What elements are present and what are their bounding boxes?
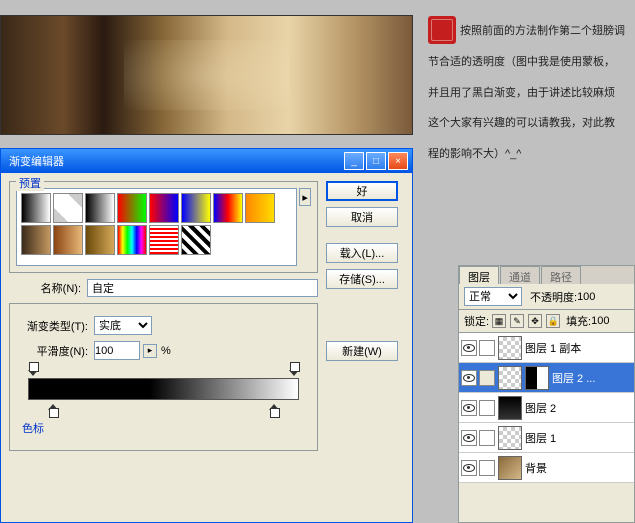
layer-label: 图层 1	[525, 430, 556, 446]
layer-row[interactable]: 图层 2 ...	[459, 363, 634, 393]
tab-layers[interactable]: 图层	[459, 266, 499, 284]
dialog-title: 渐变编辑器	[5, 153, 342, 169]
link-box[interactable]	[479, 460, 495, 476]
colors-label: 色标	[22, 423, 44, 435]
tab-channels[interactable]: 通道	[500, 266, 540, 284]
mask-thumb	[525, 366, 549, 390]
gradient-swatch[interactable]	[245, 193, 275, 223]
new-button[interactable]: 新建(W)	[326, 341, 398, 361]
titlebar[interactable]: 渐变编辑器 _ □ ×	[1, 149, 412, 173]
preview-image	[0, 15, 413, 135]
layer-label: 图层 2 ...	[552, 370, 595, 386]
gradient-swatch[interactable]	[117, 225, 147, 255]
gradient-swatch[interactable]	[85, 225, 115, 255]
gradient-swatch[interactable]	[21, 193, 51, 223]
gradient-swatch[interactable]	[21, 225, 51, 255]
gradient-editor-dialog: 渐变编辑器 _ □ × 预置 ▸ 名称(N): 渐变类型(T): 实底	[0, 148, 413, 523]
ok-button[interactable]: 好	[326, 181, 398, 201]
layer-thumb	[498, 396, 522, 420]
smooth-arrow[interactable]: ▸	[143, 344, 157, 358]
blend-select[interactable]: 正常	[464, 287, 522, 306]
layer-list: 图层 1 副本图层 2 ... 图层 2 图层 1 背景	[459, 333, 634, 483]
layer-label: 图层 1 副本	[525, 340, 581, 356]
visibility-toggle[interactable]	[461, 340, 477, 356]
lock-label: 锁定:	[464, 313, 489, 329]
seal-icon	[428, 16, 456, 44]
link-box[interactable]	[479, 430, 495, 446]
type-label: 渐变类型(T):	[16, 318, 88, 334]
load-button[interactable]: 载入(L)...	[326, 243, 398, 263]
presets-grid[interactable]	[16, 188, 297, 266]
gradient-swatch[interactable]	[149, 193, 179, 223]
save-button[interactable]: 存储(S)...	[326, 269, 398, 289]
gradient-swatch[interactable]	[181, 193, 211, 223]
lock-move-icon[interactable]: ✥	[528, 314, 542, 328]
close-button[interactable]: ×	[388, 152, 408, 170]
gradient-swatch[interactable]	[149, 225, 179, 255]
color-stop[interactable]	[48, 404, 58, 414]
gradient-swatch[interactable]	[213, 193, 243, 223]
visibility-toggle[interactable]	[461, 430, 477, 446]
smooth-unit: %	[161, 345, 171, 357]
gradient-swatch[interactable]	[117, 193, 147, 223]
visibility-toggle[interactable]	[461, 370, 477, 386]
gradient-swatch[interactable]	[53, 193, 83, 223]
fill-label: 填充:	[566, 313, 591, 329]
gradient-strip[interactable]	[28, 378, 299, 400]
layer-label: 图层 2	[525, 400, 556, 416]
layer-thumb	[498, 336, 522, 360]
gradient-swatch[interactable]	[85, 193, 115, 223]
gradient-bar[interactable]	[28, 366, 299, 414]
layer-row[interactable]: 图层 1 副本	[459, 333, 634, 363]
presets-label: 预置	[16, 175, 44, 191]
opacity-label: 不透明度:	[530, 289, 577, 305]
lock-transparent-icon[interactable]: ▦	[492, 314, 506, 328]
link-box[interactable]	[479, 370, 495, 386]
smooth-label: 平滑度(N):	[16, 343, 88, 359]
presets-group: 预置 ▸	[9, 181, 318, 273]
tab-paths[interactable]: 路径	[541, 266, 581, 284]
link-box[interactable]	[479, 400, 495, 416]
minimize-button[interactable]: _	[344, 152, 364, 170]
layer-row[interactable]: 图层 1	[459, 423, 634, 453]
name-label: 名称(N):	[9, 280, 81, 296]
visibility-toggle[interactable]	[461, 460, 477, 476]
visibility-toggle[interactable]	[461, 400, 477, 416]
layers-panel: 图层 通道 路径 正常 不透明度: 100 锁定: ▦ ✎ ✥ 🔒 填充: 10…	[458, 265, 635, 523]
layer-row[interactable]: 背景	[459, 453, 634, 483]
layer-thumb	[498, 366, 522, 390]
smooth-input[interactable]	[94, 341, 140, 360]
layer-row[interactable]: 图层 2	[459, 393, 634, 423]
maximize-button[interactable]: □	[366, 152, 386, 170]
lock-all-icon[interactable]: 🔒	[546, 314, 560, 328]
tutorial-note: 按照前面的方法制作第二个翅膀调节合适的透明度（图中我是使用蒙板，并且用了黑白渐变…	[418, 0, 635, 182]
link-box[interactable]	[479, 340, 495, 356]
layer-thumb	[498, 456, 522, 480]
layer-label: 背景	[525, 460, 547, 476]
lock-paint-icon[interactable]: ✎	[510, 314, 524, 328]
cancel-button[interactable]: 取消	[326, 207, 398, 227]
presets-menu-button[interactable]: ▸	[299, 188, 311, 206]
gradient-swatch[interactable]	[53, 225, 83, 255]
layer-thumb	[498, 426, 522, 450]
color-stop[interactable]	[269, 404, 279, 414]
type-select[interactable]: 实底	[94, 316, 152, 335]
gradient-swatch[interactable]	[181, 225, 211, 255]
opacity-value: 100	[577, 291, 595, 303]
name-input[interactable]	[87, 279, 318, 297]
fill-value: 100	[591, 315, 609, 327]
